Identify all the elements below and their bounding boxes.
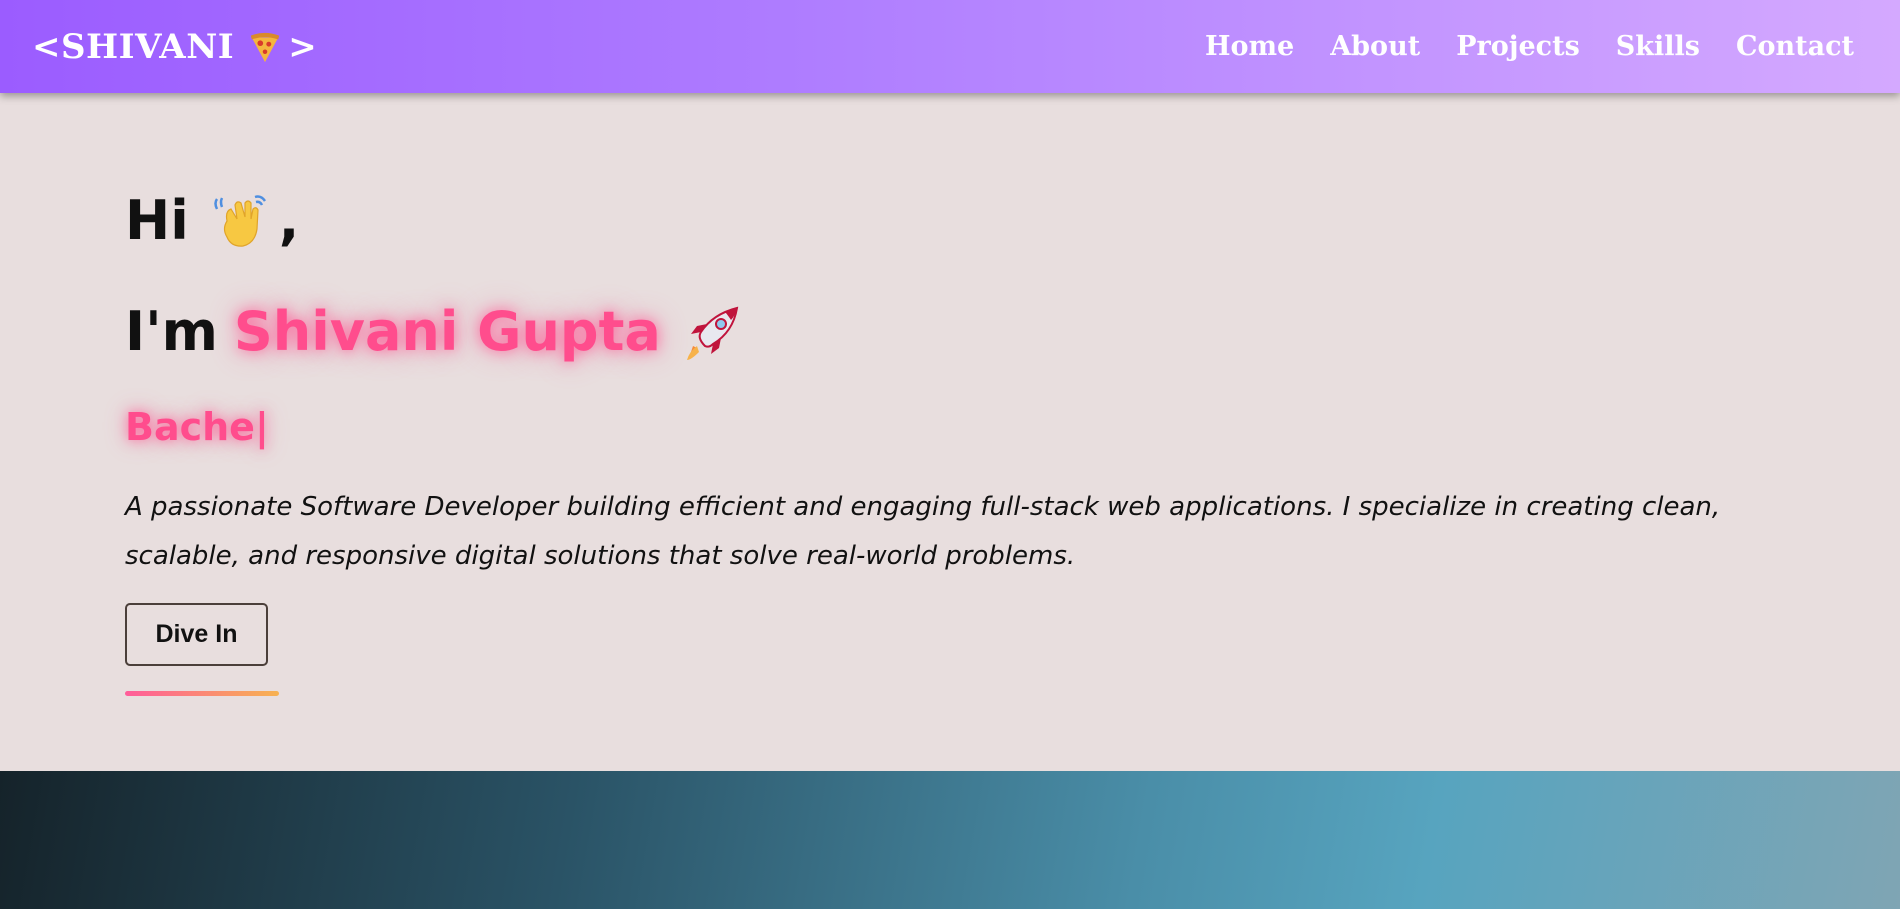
hero-section: Hi , I'm Shivani Gupta Bache| A passiona… — [0, 93, 1900, 771]
logo-text-suffix: > — [288, 26, 318, 67]
rocket-icon — [686, 306, 739, 360]
pizza-icon — [251, 32, 280, 62]
nav-link-contact[interactable]: Contact — [1736, 31, 1854, 62]
dive-in-button[interactable]: Dive In — [125, 603, 268, 666]
intro-heading: I'm Shivani Gupta — [125, 300, 743, 363]
greeting-comma: , — [278, 189, 300, 252]
name-highlight: Shivani Gupta — [233, 300, 661, 363]
navbar: <SHIVANI > Home About Projects Skills Co… — [0, 0, 1900, 93]
button-underline-bar — [125, 691, 279, 696]
nav-links: Home About Projects Skills Contact — [1205, 31, 1854, 62]
next-section-background — [0, 771, 1900, 909]
nav-link-home[interactable]: Home — [1205, 31, 1294, 62]
site-logo[interactable]: <SHIVANI > — [32, 27, 317, 67]
waving-hand-icon — [213, 194, 266, 247]
typing-subtitle: Bache| — [125, 405, 269, 449]
nav-link-skills[interactable]: Skills — [1616, 31, 1700, 62]
greeting-text: Hi — [125, 189, 189, 252]
intro-prefix: I'm — [125, 300, 218, 363]
greeting-heading: Hi , — [125, 189, 299, 252]
nav-link-projects[interactable]: Projects — [1456, 31, 1580, 62]
nav-link-about[interactable]: About — [1330, 31, 1420, 62]
logo-text-prefix: <SHIVANI — [32, 26, 235, 67]
hero-description: A passionate Software Developer building… — [125, 492, 1721, 571]
